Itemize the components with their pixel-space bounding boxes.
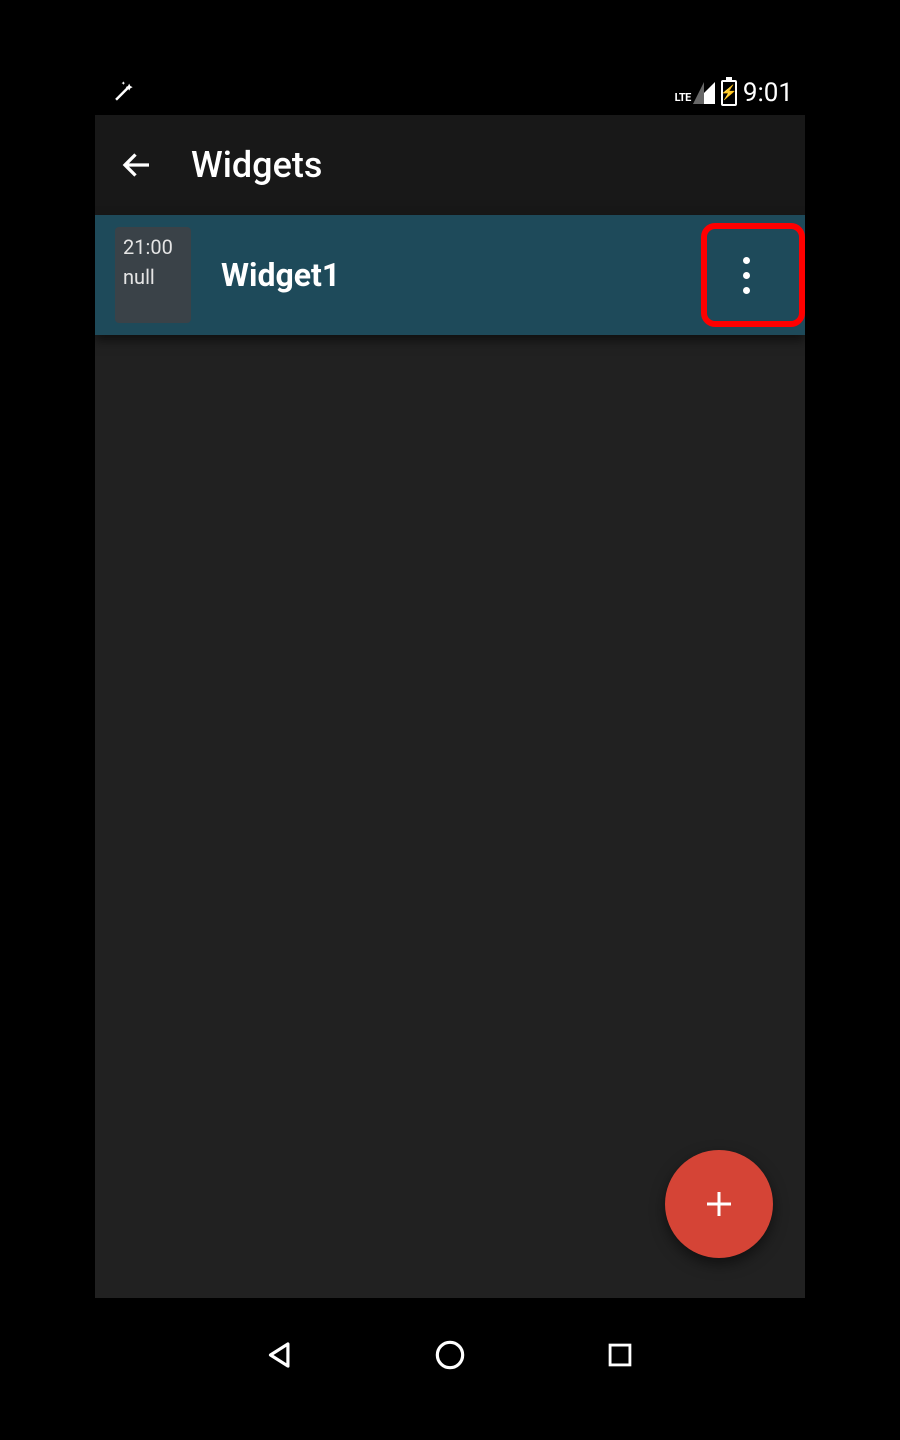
more-options-button[interactable] xyxy=(701,230,791,320)
triangle-back-icon xyxy=(261,1336,299,1374)
magic-wand-icon xyxy=(107,79,135,107)
plus-icon xyxy=(701,1186,737,1222)
more-vertical-icon xyxy=(743,257,750,294)
battery-charging-icon: ⚡ xyxy=(721,80,737,106)
system-nav-bar xyxy=(95,1310,805,1400)
nav-recents-button[interactable] xyxy=(590,1325,650,1385)
widget-preview-thumbnail: 21:00 null xyxy=(115,227,191,323)
network-label: LTE xyxy=(675,91,691,104)
widget-item-title: Widget1 xyxy=(221,256,701,294)
widget-preview-line1: 21:00 xyxy=(123,235,183,259)
back-button[interactable] xyxy=(107,135,167,195)
nav-home-button[interactable] xyxy=(420,1325,480,1385)
status-bar-right: LTE ⚡ 9:01 xyxy=(675,78,793,108)
signal-strength-icon xyxy=(693,82,715,104)
status-clock: 9:01 xyxy=(743,78,793,108)
signal-indicator: LTE xyxy=(675,82,715,104)
device-frame: LTE ⚡ 9:01 Widgets 21:00 null W xyxy=(0,0,900,1440)
nav-back-button[interactable] xyxy=(250,1325,310,1385)
add-widget-fab[interactable] xyxy=(665,1150,773,1258)
app-bar: Widgets xyxy=(95,115,805,215)
status-bar-left xyxy=(107,79,135,107)
widget-list-item[interactable]: 21:00 null Widget1 xyxy=(95,215,805,335)
widget-preview-line2: null xyxy=(123,265,183,289)
square-recents-icon xyxy=(603,1338,637,1372)
app-content: Widgets 21:00 null Widget1 xyxy=(95,115,805,1298)
status-bar: LTE ⚡ 9:01 xyxy=(95,75,805,115)
arrow-left-icon xyxy=(119,147,155,183)
page-title: Widgets xyxy=(191,144,322,186)
circle-home-icon xyxy=(431,1336,469,1374)
